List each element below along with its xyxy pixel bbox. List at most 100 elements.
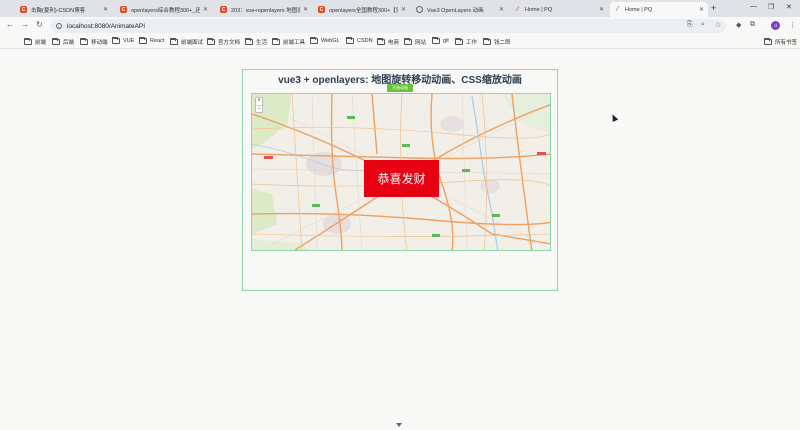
restore-icon[interactable]: ❐ [768,3,774,11]
site-info-icon[interactable]: i [56,23,62,29]
tab-5[interactable]: ⁄ Home | PQ ✕ [510,2,608,17]
tab-0[interactable]: C 击鞠(夏利)-CSDN博客 ✕ [16,2,112,17]
bookmark-label: React [150,38,165,44]
tab-title: openlayers全国教程300+【实… [329,7,398,14]
map-view[interactable]: + − 恭喜发财 [251,93,551,251]
bookmark-folder[interactable]: 前端面试 [170,38,203,46]
csdn-icon: C [318,6,325,13]
bookmark-label: VUE [123,38,135,44]
url-text: localhost:8080/AnimateAPI [67,22,146,30]
tab-3[interactable]: C openlayers全国教程300+【实… ✕ [314,2,410,17]
bookmark-label: CSDN [357,38,373,44]
folder-icon [432,37,440,44]
bookmarks-bar: 前端 后端 移动端 VUE React 前端面试 官方文档 生活 前端工具 We… [0,35,800,49]
close-window-icon[interactable]: ✕ [786,3,792,11]
bookmark-folder[interactable]: 工作 [455,38,477,46]
new-tab-button[interactable]: + [711,3,716,13]
app-container: vue3 + openlayers: 地图旋转移动动画、CSS缩放动画 开始动画 [242,69,558,291]
folder-icon [377,38,385,45]
bookmark-folder[interactable]: 前端 [24,38,46,46]
zoom-out-button[interactable]: − [256,105,262,112]
bookmark-label: git [443,38,449,44]
tab-title: Home | PQ [625,6,653,13]
bookmark-folder[interactable]: 电商 [377,38,399,46]
close-tab-icon[interactable]: ✕ [203,6,208,13]
bookmark-label: 前端 [35,40,47,46]
tab-title: openlayers综合教程300+_还… [131,7,200,14]
reload-icon[interactable]: ↻ [36,20,43,29]
address-bar[interactable]: i localhost:8080/AnimateAPI [50,19,726,33]
close-tab-icon[interactable]: ✕ [401,6,406,13]
folder-icon [170,38,178,45]
folder-icon [24,38,32,45]
folder-icon [764,38,772,45]
bookmark-folder[interactable]: 网站 [404,38,426,46]
bookmark-label: 所有书签 [775,40,798,46]
bookmark-label: 电商 [388,40,400,46]
tab-6-active[interactable]: ⁄ Home | PQ ✕ [610,2,708,17]
profile-avatar[interactable]: d [771,21,780,30]
extensions-puzzle-icon[interactable]: ⧉ [750,21,755,29]
bookmark-label: 工作 [466,40,478,46]
menu-icon[interactable]: ⋮ [789,21,796,29]
folder-icon [80,38,88,45]
all-bookmarks-folder[interactable]: 所有书签 [764,38,797,46]
back-icon[interactable]: ← [6,20,14,29]
close-tab-icon[interactable]: ✕ [699,6,704,13]
tab-2[interactable]: C 203：vue+openlayers 地图旧… ✕ [216,2,312,17]
bookmark-label: 网站 [415,40,427,46]
bookmark-folder[interactable]: 后端 [52,38,74,46]
bookmark-folder[interactable]: 官方文档 [207,38,240,46]
bookmark-folder[interactable]: 生活 [245,38,267,46]
bookmark-folder[interactable]: VUE [112,37,135,44]
folder-icon [404,38,412,45]
bookmark-label: WebGL [321,38,340,44]
bookmark-folder[interactable]: git [432,37,449,44]
bookmark-label: 生活 [256,40,268,46]
tab-title: 203：vue+openlayers 地图旧… [231,7,300,14]
bookmark-star-icon[interactable]: ☆ [715,21,721,29]
minimize-icon[interactable]: — [750,3,757,10]
scroll-down-icon[interactable] [396,423,402,427]
bookmark-label: 钱二郎 [494,40,511,46]
bookmark-folder[interactable]: CSDN [346,37,373,44]
folder-icon [272,38,280,45]
bookmark-folder[interactable]: React [139,37,165,44]
close-tab-icon[interactable]: ✕ [103,6,108,13]
zoom-control: + − [255,97,263,113]
tab-4[interactable]: Vue3 OpenLayers 动画 ✕ [412,2,508,17]
folder-icon [52,38,60,45]
zoom-icon[interactable]: ⌕ [701,21,705,29]
globe-icon [416,6,423,13]
bookmark-label: 前端工具 [283,40,306,46]
bookmark-label: 官方文档 [218,40,241,46]
bookmark-label: 移动端 [91,40,108,46]
zoom-in-button[interactable]: + [256,98,262,105]
folder-icon [112,37,120,44]
tab-strip: C 击鞠(夏利)-CSDN博客 ✕ C openlayers综合教程300+_还… [0,0,800,17]
tab-title: Vue3 OpenLayers 动画 [427,7,484,14]
tab-1[interactable]: C openlayers综合教程300+_还… ✕ [116,2,212,17]
bookmark-folder[interactable]: 钱二郎 [483,38,511,46]
translate-icon[interactable]: ⎘ [687,21,693,29]
folder-icon [346,37,354,44]
folder-icon [139,37,147,44]
close-tab-icon[interactable]: ✕ [303,6,308,13]
bookmark-label: 后端 [63,40,75,46]
folder-icon [207,38,215,45]
bookmark-folder[interactable]: 移动端 [80,38,108,46]
folder-icon [310,37,318,44]
extension-icon[interactable]: ◆ [736,21,741,29]
leaf-icon: ⁄ [516,6,519,13]
start-animation-button[interactable]: 开始动画 [387,84,413,92]
folder-icon [483,38,491,45]
browser-toolbar: ← → ↻ i localhost:8080/AnimateAPI ⎘ ⌕ ☆ … [0,17,800,35]
close-tab-icon[interactable]: ✕ [499,6,504,13]
close-tab-icon[interactable]: ✕ [599,6,604,13]
bookmark-folder[interactable]: 前端工具 [272,38,305,46]
tab-title: Home | PQ [525,6,553,13]
mouse-cursor-icon [609,113,619,122]
bookmark-folder[interactable]: WebGL [310,37,340,44]
forward-icon[interactable]: → [21,20,29,29]
bookmark-label: 前端面试 [181,40,204,46]
